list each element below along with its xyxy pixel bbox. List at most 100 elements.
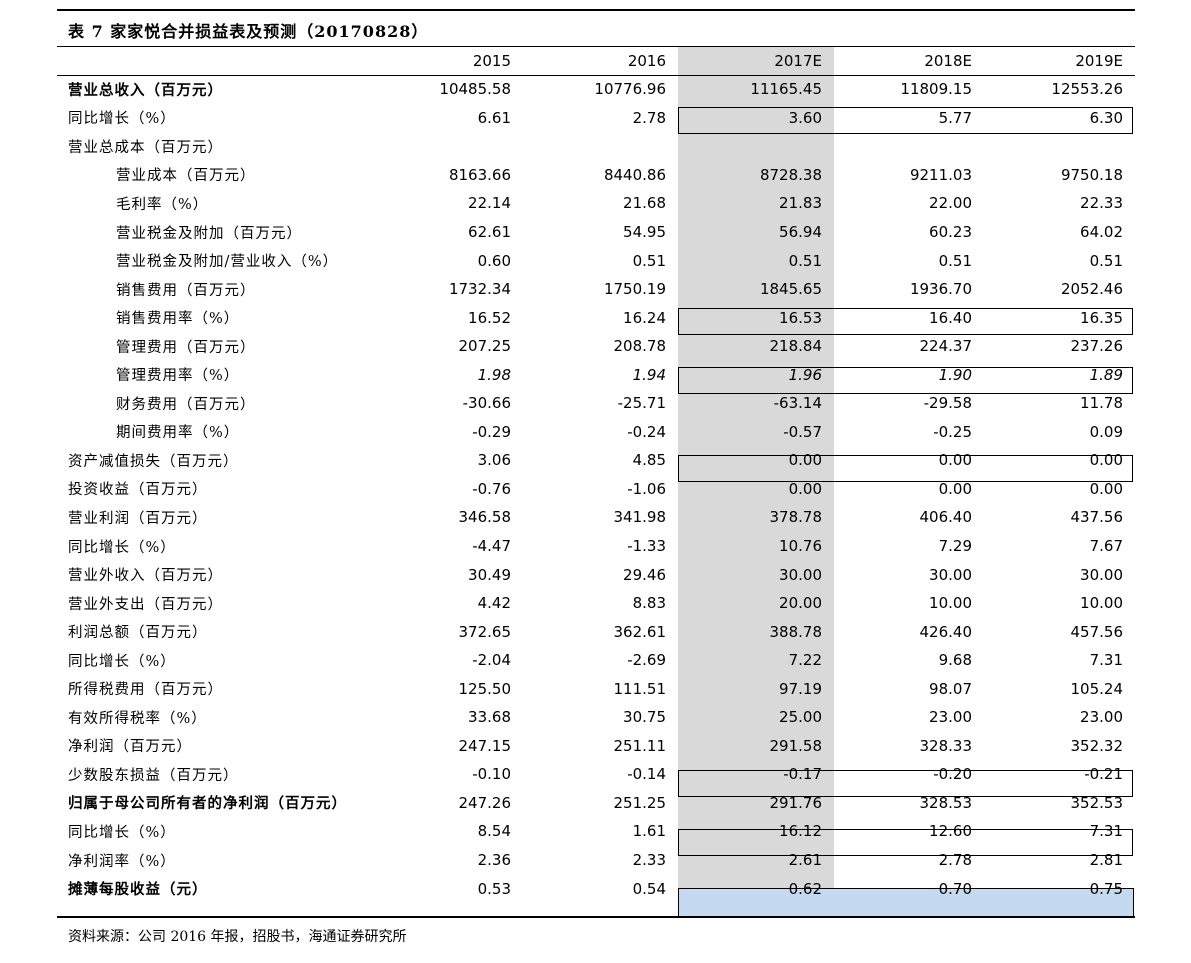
- value-cell: 207.25: [458, 337, 512, 356]
- row-label: 所得税费用（百万元）: [68, 682, 223, 699]
- value-cell: 1.61: [632, 822, 666, 841]
- value-cell: -2.69: [627, 651, 666, 670]
- value-cell: 33.68: [468, 708, 511, 727]
- table-row: 投资收益（百万元） -0.76 -1.06 0.00 0.00 0.00: [57, 475, 1135, 504]
- row-label: 营业总收入（百万元）: [68, 81, 223, 99]
- column-header: 2015: [472, 52, 511, 70]
- value-cell: 218.84: [769, 337, 823, 356]
- value-cell: 29.46: [623, 565, 666, 584]
- table-row: 销售费用（百万元） 1732.34 1750.19 1845.65 1936.70 205…: [57, 275, 1135, 304]
- value-cell: 22.00: [929, 194, 972, 213]
- value-cell: 11165.45: [750, 80, 822, 99]
- value-cell: 60.23: [929, 223, 972, 241]
- value-cell: -63.14: [773, 394, 822, 413]
- value-cell: 1732.34: [448, 280, 511, 299]
- value-cell: 237.26: [1070, 337, 1124, 356]
- value-cell: 1845.65: [759, 280, 822, 299]
- value-cell: -0.25: [933, 422, 972, 441]
- value-cell: 291.76: [769, 793, 823, 812]
- value-cell: -0.29: [472, 422, 511, 441]
- value-cell: 362.61: [613, 622, 667, 641]
- table-row: 期间费用率（%） -0.29 -0.24 -0.57 -0.25 0.09: [57, 418, 1135, 447]
- table-row: 管理费用率（%） 1.98 1.94 1.96 1.90 1.89: [57, 360, 1135, 389]
- value-cell: [523, 132, 678, 161]
- value-cell: 1.98: [477, 365, 511, 384]
- value-cell: 2.78: [938, 851, 972, 870]
- value-cell: 8.54: [477, 822, 511, 841]
- value-cell: 2.78: [632, 108, 666, 127]
- row-label: 营业成本（百万元）: [116, 168, 256, 185]
- row-label: 少数股东损益（百万元）: [68, 767, 239, 784]
- value-cell: 20.00: [779, 594, 822, 613]
- column-header: 2019E: [1075, 52, 1123, 70]
- row-label: 营业税金及附加/营业收入（%）: [116, 254, 339, 271]
- table-row: 同比增长（%） -4.47 -1.33 10.76 7.29 7.67: [57, 532, 1135, 561]
- header-label-cell: [57, 47, 369, 75]
- value-cell: 0.51: [938, 251, 972, 270]
- table-row: 营业总收入（百万元） 10485.58 10776.96 11165.45 11809.…: [57, 75, 1135, 104]
- value-cell: 9.68: [938, 651, 972, 670]
- value-cell: -0.17: [783, 765, 822, 784]
- value-cell: 328.53: [919, 793, 973, 812]
- value-cell: -25.71: [617, 394, 666, 413]
- table-row: 所得税费用（百万元） 125.50 111.51 97.19 98.07 105.24: [57, 674, 1135, 703]
- value-cell: 0.00: [938, 479, 972, 498]
- table-row: 归属于母公司所有者的净利润（百万元） 247.26 251.25 291.76 328.…: [57, 789, 1135, 818]
- header-row: 2015 2016 2017E 2018E 2019E: [57, 47, 1135, 75]
- row-label: 营业利润（百万元）: [68, 510, 208, 527]
- value-cell: 0.51: [632, 251, 666, 270]
- row-label: 营业税金及附加（百万元）: [116, 225, 302, 242]
- table-row: 同比增长（%） 6.61 2.78 3.60 5.77 6.30: [57, 104, 1135, 133]
- table-row: 营业成本（百万元） 8163.66 8440.86 8728.38 9211.03 975…: [57, 161, 1135, 190]
- value-cell: -0.14: [627, 765, 666, 784]
- value-cell: 10776.96: [594, 80, 666, 99]
- row-label: 同比增长（%）: [68, 111, 176, 128]
- value-cell: 2.61: [788, 851, 822, 870]
- value-cell: -0.24: [627, 422, 666, 441]
- value-cell: 23.00: [929, 708, 972, 727]
- value-cell: 224.37: [919, 337, 973, 356]
- value-cell: 7.22: [788, 651, 822, 670]
- value-cell: 56.94: [779, 223, 822, 241]
- value-cell: 352.32: [1070, 736, 1124, 755]
- value-cell: 1.90: [938, 365, 972, 384]
- value-cell: 0.51: [1089, 251, 1123, 270]
- value-cell: -29.58: [923, 394, 972, 413]
- value-cell: 0.00: [788, 451, 822, 470]
- value-cell: 10485.58: [439, 80, 511, 99]
- value-cell: 3.06: [477, 451, 511, 470]
- value-cell: -1.33: [627, 537, 666, 556]
- value-cell: 8163.66: [448, 165, 511, 184]
- value-cell: 16.35: [1080, 308, 1123, 327]
- column-header: 2017E: [774, 52, 822, 70]
- value-cell: 388.78: [769, 622, 823, 641]
- value-cell: 30.00: [1080, 565, 1123, 584]
- table-row: 摊薄每股收益（元） 0.53 0.54 0.62 0.70 0.75: [57, 874, 1135, 903]
- table-row: 同比增长（%） -2.04 -2.69 7.22 9.68 7.31: [57, 646, 1135, 675]
- value-cell: -1.06: [627, 479, 666, 498]
- value-cell: 1936.70: [909, 280, 972, 299]
- value-cell: 341.98: [613, 508, 667, 527]
- value-cell: 2.81: [1089, 851, 1123, 870]
- table-row: 毛利率（%） 22.14 21.68 21.83 22.00 22.33: [57, 189, 1135, 218]
- value-cell: -0.57: [783, 422, 822, 441]
- value-cell: 0.00: [938, 451, 972, 470]
- row-label: 净利润率（%）: [68, 853, 176, 870]
- table-row: 有效所得税率（%） 33.68 30.75 25.00 23.00 23.00: [57, 703, 1135, 732]
- value-cell: 9211.03: [909, 165, 972, 184]
- value-cell: 0.00: [1089, 479, 1123, 498]
- value-cell: -0.21: [1084, 765, 1123, 784]
- value-cell: 1.96: [788, 365, 822, 384]
- value-cell: 10.76: [779, 537, 822, 556]
- value-cell: [984, 132, 1135, 161]
- value-cell: 0.54: [632, 879, 666, 898]
- value-cell: -4.47: [472, 537, 511, 556]
- value-cell: 251.11: [613, 736, 667, 755]
- value-cell: 97.19: [779, 679, 822, 698]
- value-cell: 251.25: [613, 793, 667, 812]
- value-cell: -0.20: [933, 765, 972, 784]
- value-cell: 4.85: [632, 451, 666, 470]
- table-row: 净利润率（%） 2.36 2.33 2.61 2.78 2.81: [57, 846, 1135, 875]
- row-label: 同比增长（%）: [68, 824, 176, 841]
- table-row: 利润总额（百万元） 372.65 362.61 388.78 426.40 457.56: [57, 617, 1135, 646]
